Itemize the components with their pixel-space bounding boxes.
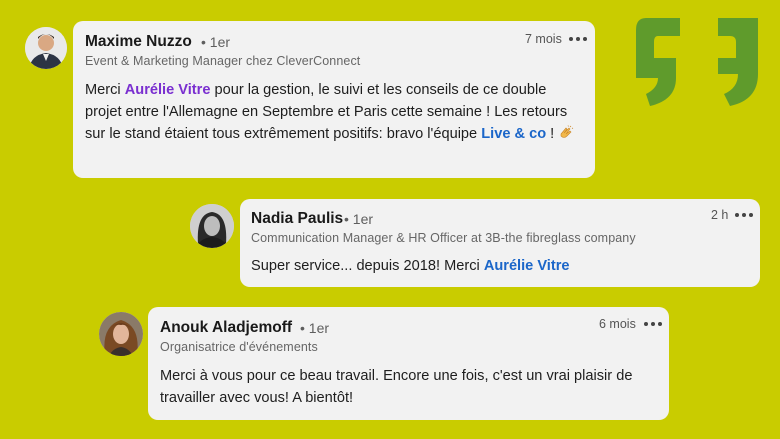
author-role: Event & Marketing Manager chez CleverCon… xyxy=(85,54,361,68)
comment-card: Nadia Paulis • 1er Communication Manager… xyxy=(240,199,760,287)
quote-open-icon xyxy=(636,18,682,106)
mention-link[interactable]: Live & co xyxy=(481,126,546,142)
avatar[interactable] xyxy=(99,312,143,356)
comment-text: Merci à vous pour ce beau travail. Encor… xyxy=(160,365,658,409)
more-options-icon[interactable] xyxy=(569,36,587,42)
more-options-icon[interactable] xyxy=(735,212,753,218)
comment-text-part: ! xyxy=(546,126,559,142)
author-name[interactable]: Anouk Aladjemoff xyxy=(160,319,292,337)
connection-degree: • 1er xyxy=(344,211,374,227)
comment-text: Super service... depuis 2018! Merci Auré… xyxy=(251,255,746,277)
avatar[interactable] xyxy=(190,204,234,248)
comment-text-part: Merci à vous pour ce beau travail. Encor… xyxy=(160,368,633,406)
author-name[interactable]: Maxime Nuzzo xyxy=(85,33,192,51)
mention-link[interactable]: Aurélie Vitre xyxy=(125,82,211,98)
timestamp: 2 h xyxy=(711,208,729,222)
comment-text-part: Super service... depuis 2018! Merci xyxy=(251,258,484,274)
connection-degree: • 1er xyxy=(300,320,330,336)
mention-link[interactable]: Aurélie Vitre xyxy=(484,258,570,274)
timestamp: 7 mois xyxy=(525,32,562,46)
author-role: Organisatrice d'événements xyxy=(160,340,318,354)
comment-text-part: Merci xyxy=(85,82,125,98)
connection-degree: • 1er xyxy=(201,34,231,50)
comment-text: Merci Aurélie Vitre pour la gestion, le … xyxy=(85,79,575,145)
comment-card: Maxime Nuzzo • 1er Event & Marketing Man… xyxy=(73,21,595,178)
clapping-hands-icon xyxy=(558,125,574,141)
timestamp: 6 mois xyxy=(599,317,636,331)
author-role: Communication Manager & HR Officer at 3B… xyxy=(251,231,636,245)
avatar[interactable] xyxy=(25,27,67,69)
comment-card: Anouk Aladjemoff • 1er Organisatrice d'é… xyxy=(148,307,669,420)
author-name[interactable]: Nadia Paulis xyxy=(251,210,343,228)
quote-close-icon xyxy=(712,18,758,106)
more-options-icon[interactable] xyxy=(644,321,662,327)
